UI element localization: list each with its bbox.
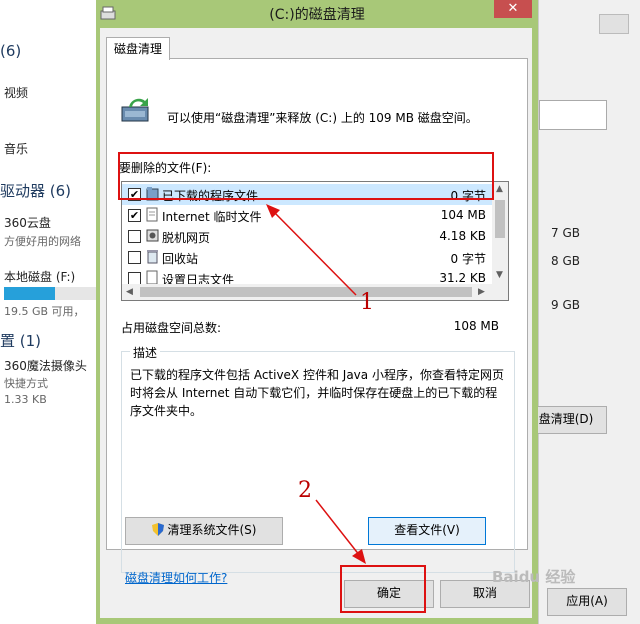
annotation-label-2: 2 bbox=[298, 478, 312, 503]
annotation-arrows bbox=[266, 204, 366, 564]
annotation-label-1: 1 bbox=[360, 290, 374, 315]
watermark: Baidu 经验 bbox=[492, 568, 576, 586]
arrow-line-2 bbox=[315, 499, 361, 557]
arrow-head-2 bbox=[352, 549, 366, 564]
arrow-line-1 bbox=[271, 209, 357, 296]
tab-disk-cleanup[interactable]: 磁盘清理 bbox=[106, 37, 170, 60]
